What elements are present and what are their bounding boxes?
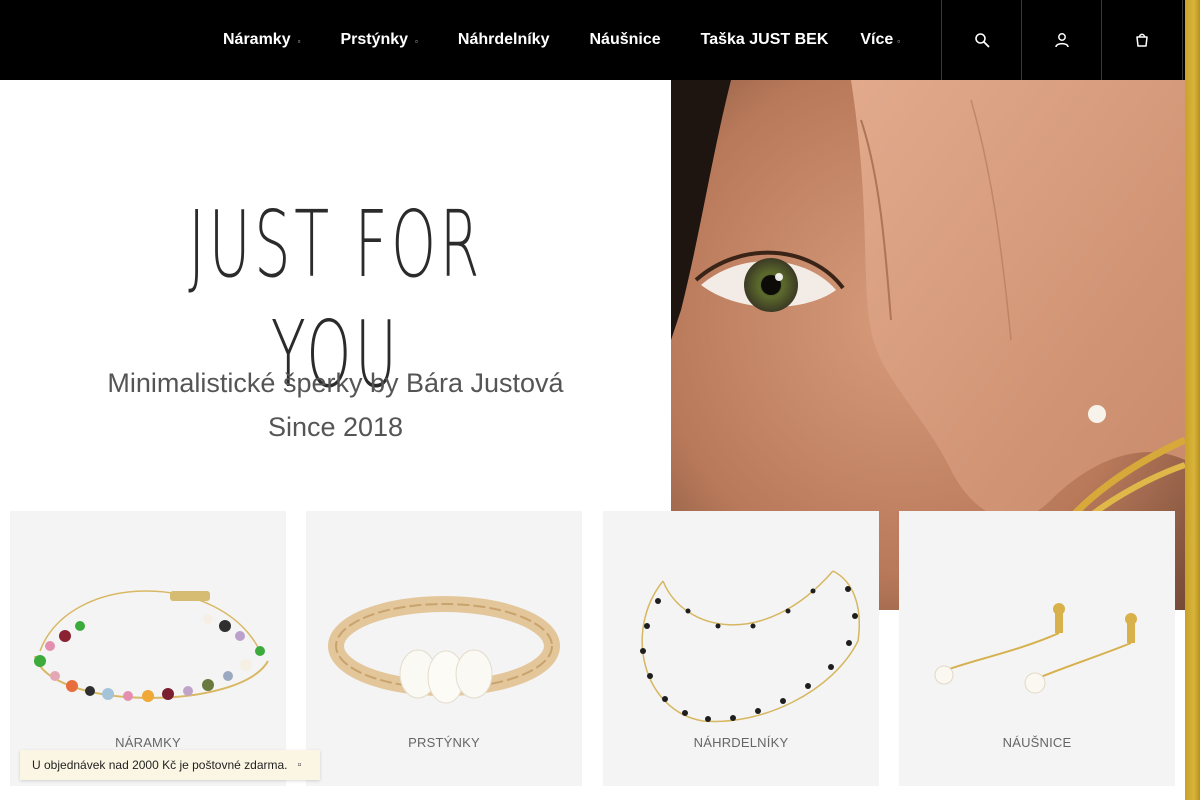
search-button[interactable]: [941, 0, 1021, 80]
nav-item-nausnice[interactable]: Náušnice: [589, 31, 660, 49]
category-label: NÁHRDELNÍKY: [693, 735, 789, 750]
nav-item-label: Náušnice: [589, 31, 661, 48]
page: Náramky ▫ Prstýnky ▫ Náhrdelníky Náušnic…: [0, 0, 1200, 800]
nav-item-label: Náhrdelníky: [457, 31, 550, 48]
category-label: NÁRAMKY: [115, 735, 181, 750]
main-nav: Náramky ▫ Prstýnky ▫ Náhrdelníky Náušnic…: [223, 0, 900, 80]
cart-button[interactable]: [1101, 0, 1183, 80]
close-icon[interactable]: ▫: [298, 759, 302, 771]
cart-icon: [1136, 33, 1148, 47]
search-icon: [974, 33, 989, 48]
chevron-down-icon: ▫: [897, 37, 901, 46]
user-icon: [1054, 33, 1069, 48]
hero-subtitle: Minimalistické šperky by Bára Justová: [107, 368, 564, 398]
category-tile-nahrdelniky[interactable]: NÁHRDELNÍKY: [603, 511, 879, 786]
nav-item-naramky[interactable]: Náramky ▫: [223, 31, 300, 49]
category-tile-nausnice[interactable]: NÁUŠNICE: [899, 511, 1175, 786]
chevron-down-icon: ▫: [297, 37, 301, 46]
shipping-notice-text: U objednávek nad 2000 Kč je poštovné zda…: [32, 758, 288, 772]
nav-item-label: Náramky: [223, 31, 291, 48]
nav-item-nahrdelniky[interactable]: Náhrdelníky: [458, 31, 550, 49]
category-label: PRSTÝNKY: [408, 735, 480, 750]
nav-item-prstynky[interactable]: Prstýnky ▫: [340, 31, 417, 49]
nav-item-taska-just-bek[interactable]: Taška JUST BEK: [701, 31, 829, 49]
site-header: Náramky ▫ Prstýnky ▫ Náhrdelníky Náušnic…: [0, 0, 1185, 80]
category-label: NÁUŠNICE: [1002, 735, 1072, 750]
chevron-down-icon: ▫: [415, 37, 418, 46]
account-button[interactable]: [1021, 0, 1101, 80]
shipping-notice: U objednávek nad 2000 Kč je poštovné zda…: [20, 750, 320, 780]
category-tile-prstynky[interactable]: PRSTÝNKY: [306, 511, 582, 786]
nav-item-vice[interactable]: Více ▫: [860, 31, 900, 49]
nav-item-label: Více: [860, 31, 894, 48]
hero-since: Since 2018: [267, 412, 404, 442]
nav-item-label: Taška JUST BEK: [700, 31, 829, 48]
gold-edge-strip: [1185, 0, 1200, 800]
nav-item-label: Prstýnky: [340, 31, 409, 48]
category-tile-naramky[interactable]: NÁRAMKY: [10, 511, 286, 786]
